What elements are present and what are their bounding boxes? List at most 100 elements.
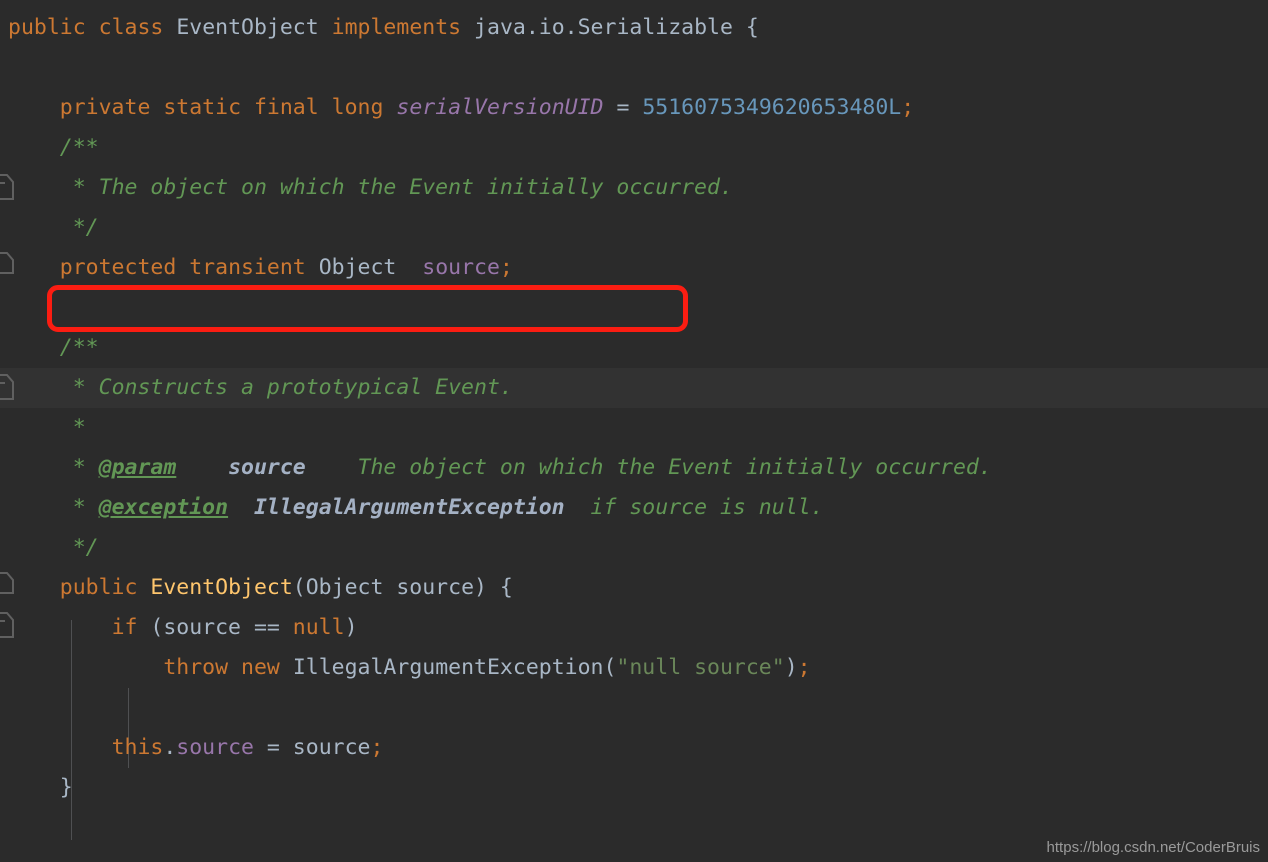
code-token: Object — [318, 255, 397, 280]
code-token: public — [8, 15, 86, 40]
code-token: this — [111, 735, 164, 760]
code-token: 5516075349620653480L — [642, 95, 902, 120]
code-token: public — [59, 575, 138, 600]
code-token: EventObject — [176, 15, 319, 40]
code-line: /** — [0, 128, 99, 168]
code-token: EventObject — [150, 575, 293, 600]
code-token: protected — [59, 255, 177, 280]
javadoc-fold-end-icon[interactable] — [0, 572, 14, 594]
code-token: private — [59, 95, 151, 120]
code-line: * @param source The object on which the … — [0, 448, 992, 488]
code-token: @exception — [98, 495, 229, 520]
code-token: if — [111, 615, 138, 640]
code-token: The object on which the Event initially … — [357, 455, 992, 480]
code-token: ; — [499, 255, 513, 280]
code-token: ; — [797, 655, 811, 680]
code-editor[interactable]: public class EventObject implements java… — [0, 0, 1268, 862]
code-token: java.io.Serializable { — [461, 15, 759, 40]
code-token: */ — [72, 215, 99, 240]
code-token: ) — [784, 655, 798, 680]
annotation-highlight-box — [47, 285, 688, 332]
code-token: null — [292, 615, 345, 640]
code-token: new — [241, 655, 280, 680]
code-line: */ — [0, 208, 99, 248]
code-line: */ — [0, 528, 99, 568]
code-token: "null source" — [616, 655, 785, 680]
code-line: public EventObject(Object source) { — [0, 568, 513, 608]
code-token: = source — [253, 735, 371, 760]
code-token: * The object on which the Event initiall… — [72, 175, 733, 200]
code-token: /** — [59, 135, 99, 160]
code-line: if (source == null) — [0, 608, 358, 648]
javadoc-fold-start-icon[interactable] — [0, 174, 14, 200]
code-line: /** — [0, 328, 99, 368]
code-token: source — [422, 255, 500, 280]
javadoc-fold-start-icon[interactable] — [0, 374, 14, 400]
active-line-highlight — [0, 408, 1268, 409]
code-token: = — [603, 95, 643, 120]
code-line: } — [0, 768, 73, 808]
code-token: source — [228, 455, 306, 480]
code-token: ; — [370, 735, 384, 760]
code-token: ; — [901, 95, 915, 120]
code-token: */ — [72, 535, 99, 560]
code-token: * Constructs a prototypical Event. — [72, 375, 513, 400]
code-token: static — [163, 95, 242, 120]
code-token: class — [98, 15, 164, 40]
code-token: long — [331, 95, 384, 120]
code-line: * The object on which the Event initiall… — [0, 168, 733, 208]
javadoc-fold-end-icon[interactable] — [0, 252, 14, 274]
code-line: * Constructs a prototypical Event. — [0, 368, 513, 408]
code-token: (source == — [137, 615, 293, 640]
code-line: public class EventObject implements java… — [0, 8, 759, 48]
code-token: @param — [98, 455, 177, 480]
method-fold-start-icon[interactable] — [0, 612, 14, 638]
code-token: /** — [59, 335, 99, 360]
code-token: serialVersionUID — [396, 95, 604, 120]
code-token: IllegalArgumentException( — [279, 655, 617, 680]
code-token: final — [253, 95, 319, 120]
code-line: protected transient Object source; — [0, 248, 513, 288]
code-token: implements — [331, 15, 462, 40]
code-token: (Object source) { — [292, 575, 513, 600]
code-token: throw — [163, 655, 229, 680]
code-token: transient — [189, 255, 306, 280]
code-token: if source is null. — [590, 495, 824, 520]
code-line: throw new IllegalArgumentException("null… — [0, 648, 811, 688]
code-line: this.source = source; — [0, 728, 384, 768]
watermark: https://blog.csdn.net/CoderBruis — [1046, 839, 1260, 856]
code-token: . — [163, 735, 177, 760]
code-token: * — [72, 495, 99, 520]
code-line: * @exception IllegalArgumentException if… — [0, 488, 824, 528]
